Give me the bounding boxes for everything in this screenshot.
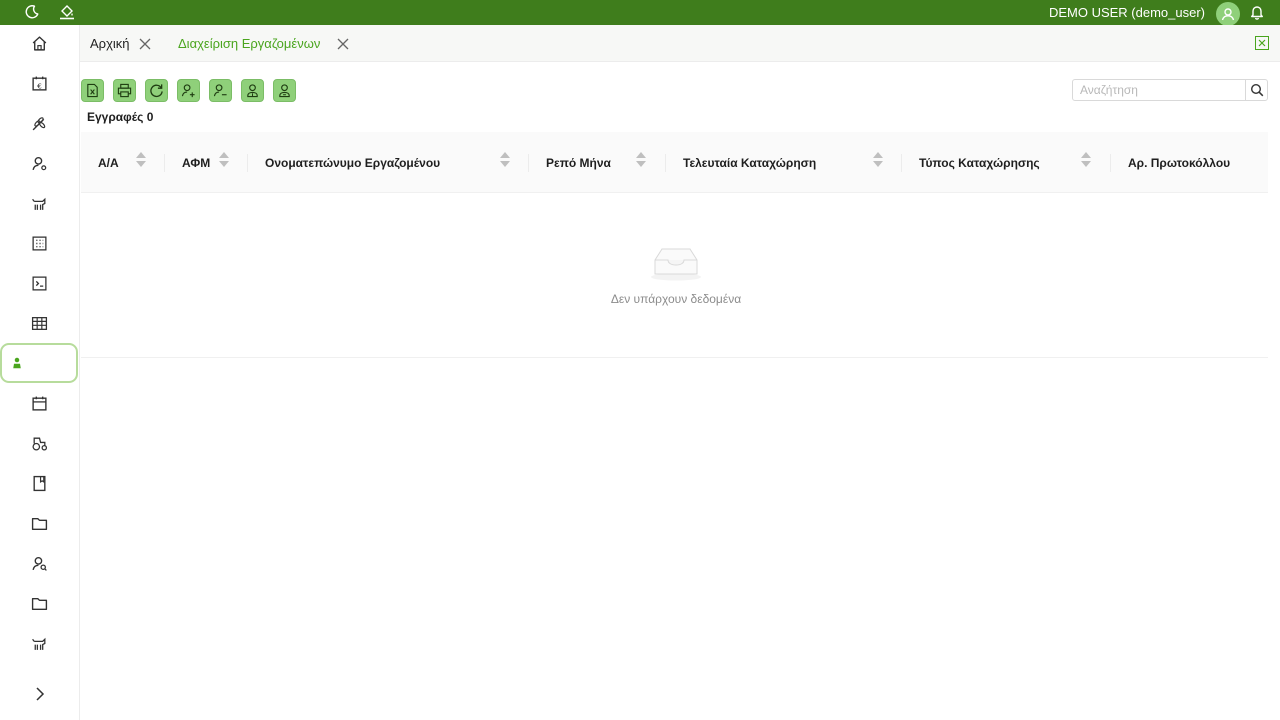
- column-header-afm[interactable]: ΑΦΜ: [165, 132, 248, 193]
- column-header-protocol-number[interactable]: Αρ. Πρωτοκόλλου: [1111, 132, 1268, 193]
- tab-label: Διαχείριση Εργαζομένων: [178, 36, 321, 51]
- sort-icon[interactable]: [500, 152, 510, 167]
- calendar-icon: [31, 396, 47, 411]
- refresh-icon: [150, 84, 163, 98]
- close-icon: [1258, 39, 1266, 47]
- sidebar-item-tractor[interactable]: [0, 423, 78, 463]
- sidebar-item-user-settings[interactable]: [0, 143, 78, 183]
- toolbar: [81, 79, 296, 102]
- wheat-icon: [32, 116, 45, 130]
- sort-icon[interactable]: [136, 152, 146, 167]
- home-icon: [32, 35, 46, 51]
- search-input[interactable]: [1073, 80, 1246, 100]
- sort-icon[interactable]: [1081, 152, 1091, 167]
- sort-icon[interactable]: [873, 152, 883, 167]
- sidebar-item-livestock-2[interactable]: [0, 623, 78, 663]
- column-header-last-entry[interactable]: Τελευταία Καταχώρηση: [666, 132, 902, 193]
- bell-icon[interactable]: [1248, 3, 1266, 21]
- livestock-icon: [31, 197, 45, 210]
- building-icon: [31, 235, 47, 251]
- tab-home[interactable]: Αρχική: [90, 25, 152, 62]
- folder-icon: [31, 517, 47, 530]
- column-header-entry-type[interactable]: Τύπος Καταχώρησης: [902, 132, 1111, 193]
- user-settings-icon: [31, 156, 46, 170]
- sidebar-item-building[interactable]: [0, 223, 78, 263]
- table-header: Α/Α ΑΦΜ Ονοματεπώνυμο Εργαζομένου Ρεπό Μ…: [81, 132, 1268, 193]
- sidebar-item-folder[interactable]: [0, 503, 78, 543]
- sidebar: €: [0, 25, 80, 720]
- column-header-month-rest[interactable]: Ρεπό Μήνα: [529, 132, 666, 193]
- user-up-button[interactable]: [241, 79, 264, 102]
- tab-bar: Αρχική Διαχείριση Εργαζομένων: [80, 25, 1280, 62]
- close-icon[interactable]: [138, 37, 152, 51]
- sidebar-item-user-search[interactable]: [0, 543, 78, 583]
- user-minus-icon: [279, 84, 290, 98]
- column-header-aa[interactable]: Α/Α: [81, 132, 165, 193]
- empty-state: Δεν υπάρχουν δεδομένα: [81, 240, 1271, 306]
- worker-icon: [13, 357, 21, 369]
- close-all-tabs-button[interactable]: [1255, 36, 1269, 50]
- print-button[interactable]: [113, 79, 136, 102]
- calendar-euro-icon: €: [31, 76, 47, 91]
- terminal-icon: [31, 275, 47, 291]
- livestock-icon: [31, 637, 45, 650]
- chevron-right-icon: [36, 687, 45, 701]
- sidebar-item-calendar-euro[interactable]: €: [0, 63, 78, 103]
- tractor-icon: [31, 437, 47, 451]
- search-box: [1072, 79, 1268, 101]
- records-count: Εγγραφές 0: [87, 110, 154, 124]
- sidebar-item-home[interactable]: [0, 23, 78, 63]
- empty-inbox-icon: [651, 248, 701, 281]
- sidebar-item-terminal[interactable]: [0, 263, 78, 303]
- user-minus-button[interactable]: [273, 79, 296, 102]
- export-excel-button[interactable]: [81, 79, 104, 102]
- moon-icon[interactable]: [23, 3, 41, 21]
- sidebar-item-calendar[interactable]: [0, 383, 78, 423]
- remove-user-button[interactable]: [209, 79, 232, 102]
- grid-table-icon: [31, 316, 47, 330]
- sort-icon[interactable]: [219, 152, 229, 167]
- user-search-icon: [31, 556, 47, 571]
- sidebar-item-book[interactable]: [0, 463, 78, 503]
- search-button[interactable]: [1245, 80, 1267, 100]
- refresh-button[interactable]: [145, 79, 168, 102]
- paint-bucket-icon[interactable]: [58, 3, 76, 21]
- sidebar-item-grid-table[interactable]: [0, 303, 78, 343]
- add-user-icon: [181, 84, 195, 98]
- remove-user-icon: [213, 84, 227, 97]
- empty-state-text: Δεν υπάρχουν δεδομένα: [610, 292, 742, 306]
- sidebar-item-folder-2[interactable]: [0, 583, 78, 623]
- sidebar-collapse-button[interactable]: [32, 686, 48, 702]
- sidebar-item-livestock[interactable]: [0, 183, 78, 223]
- close-icon[interactable]: [336, 37, 350, 51]
- top-bar: DEMO USER (demo_user): [0, 0, 1280, 26]
- tab-employee-management[interactable]: Διαχείριση Εργαζομένων: [178, 25, 350, 62]
- svg-text:€: €: [37, 81, 42, 90]
- tab-label: Αρχική: [90, 36, 130, 51]
- export-excel-icon: [87, 83, 98, 98]
- user-up-icon: [247, 84, 258, 98]
- print-icon: [117, 83, 132, 98]
- folder-icon: [31, 597, 47, 610]
- search-icon: [1250, 83, 1263, 97]
- sidebar-item-worker[interactable]: [0, 343, 78, 383]
- add-user-button[interactable]: [177, 79, 200, 102]
- column-header-employee-name[interactable]: Ονοματεπώνυμο Εργαζομένου: [248, 132, 529, 193]
- user-avatar-icon[interactable]: [1216, 2, 1240, 26]
- employees-table: Α/Α ΑΦΜ Ονοματεπώνυμο Εργαζομένου Ρεπό Μ…: [81, 132, 1268, 358]
- user-name[interactable]: DEMO USER (demo_user): [1049, 5, 1205, 20]
- sidebar-item-wheat[interactable]: [0, 103, 78, 143]
- book-icon: [32, 475, 46, 491]
- sort-icon[interactable]: [636, 152, 646, 167]
